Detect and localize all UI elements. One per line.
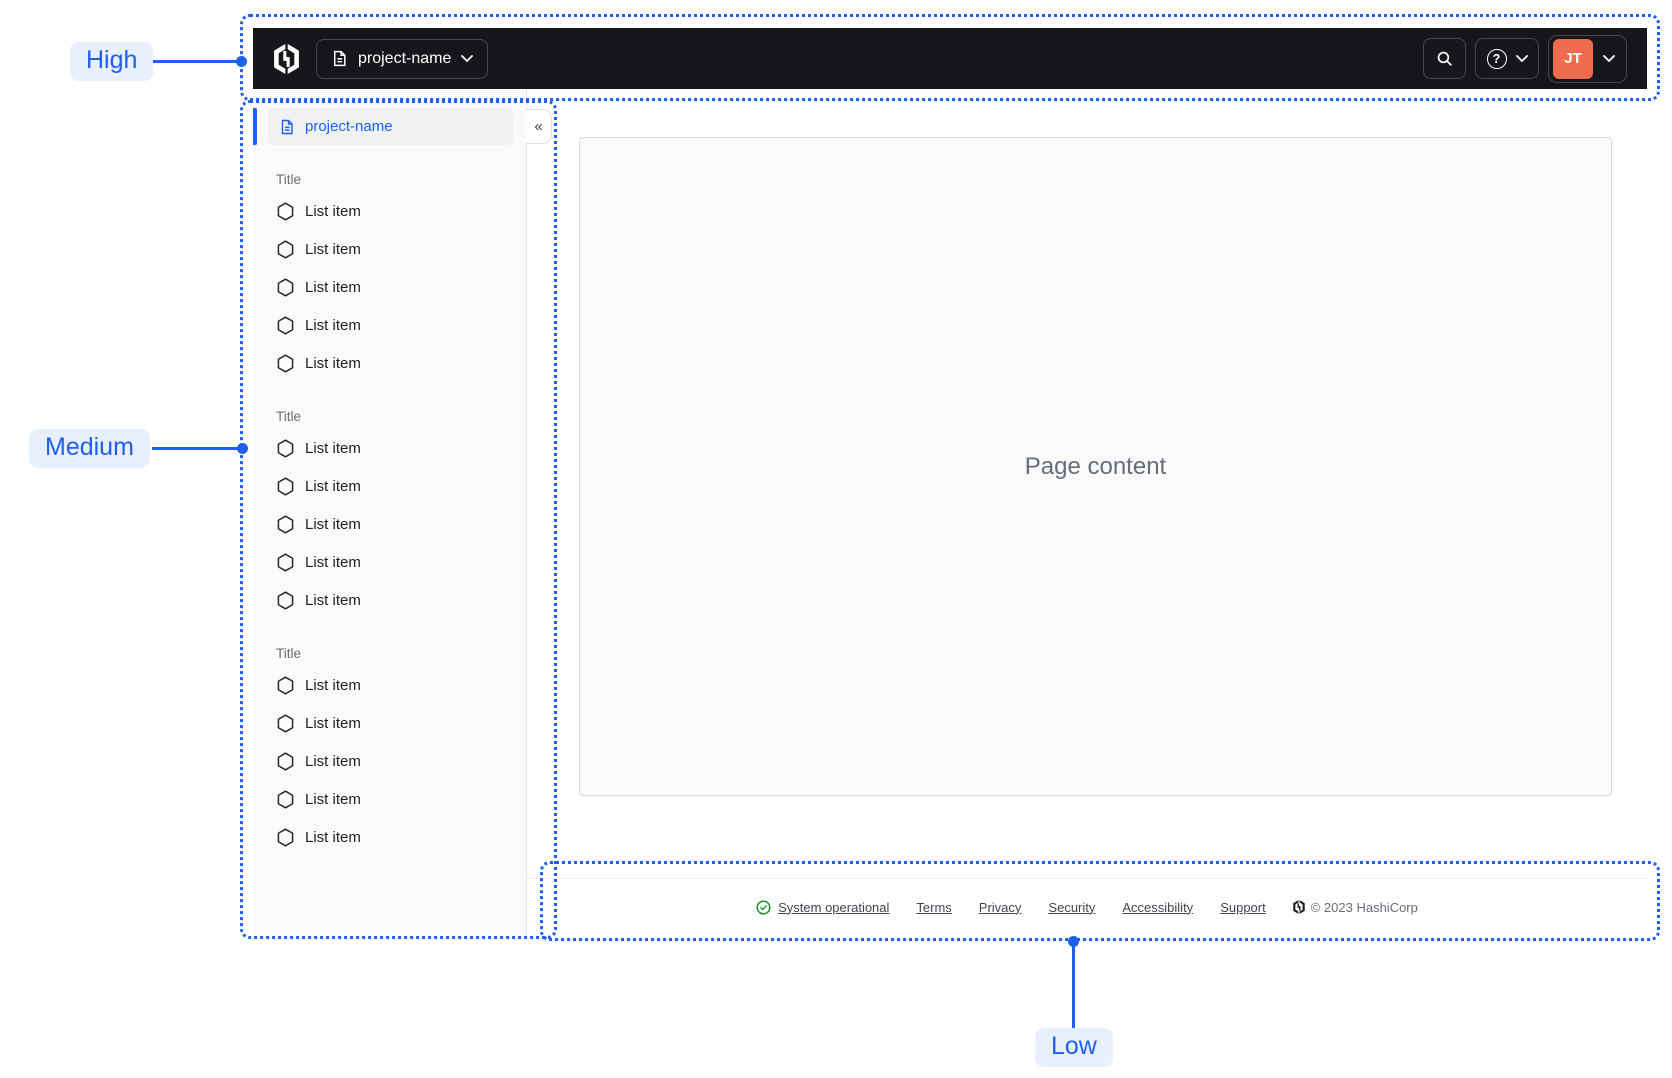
sidebar-list-item[interactable]: List item — [253, 581, 526, 619]
hexagon-icon — [277, 277, 294, 297]
footer: System operational Terms Privacy Securit… — [527, 889, 1647, 925]
sidebar-list-item[interactable]: List item — [253, 230, 526, 268]
hexagon-icon — [277, 590, 294, 610]
hexagon-icon — [277, 552, 294, 572]
hexagon-icon — [277, 239, 294, 259]
sidebar-list-item[interactable]: List item — [253, 742, 526, 780]
chevron-down-icon — [1515, 55, 1528, 62]
list-item-label: List item — [305, 515, 361, 533]
sidebar-section-2: Title List item List item List item List… — [253, 409, 526, 619]
footer-link-security[interactable]: Security — [1048, 900, 1095, 915]
sidebar-list-item[interactable]: List item — [253, 818, 526, 856]
search-icon — [1437, 51, 1452, 66]
list-item-label: List item — [305, 553, 361, 571]
search-button[interactable] — [1423, 38, 1466, 79]
list-item-label: List item — [305, 752, 361, 770]
section-title: Title — [276, 646, 302, 661]
top-navbar: project-name ? JT — [253, 28, 1647, 89]
sidebar: project-name « Title List item List item… — [253, 89, 552, 938]
sidebar-list-item[interactable]: List item — [253, 429, 526, 467]
sidebar-list-item[interactable]: List item — [253, 704, 526, 742]
sidebar-list-item[interactable]: List item — [253, 467, 526, 505]
section-title: Title — [276, 172, 302, 187]
file-text-icon — [331, 50, 348, 67]
copyright-group: © 2023 HashiCorp — [1293, 900, 1418, 915]
list-item-label: List item — [305, 790, 361, 808]
hexagon-icon — [277, 315, 294, 335]
list-item-label: List item — [305, 477, 361, 495]
annotation-connector-medium — [152, 446, 242, 450]
sidebar-project-item[interactable]: project-name — [268, 108, 513, 145]
annotation-label-high: High — [70, 42, 154, 81]
sidebar-list-item[interactable]: List item — [253, 780, 526, 818]
hexagon-icon — [277, 827, 294, 847]
footer-divider — [527, 878, 1647, 879]
footer-link-accessibility[interactable]: Accessibility — [1122, 900, 1193, 915]
list-item-label: List item — [305, 676, 361, 694]
check-circle-icon — [756, 900, 771, 914]
annotation-dot-low — [1067, 935, 1079, 947]
sidebar-list-item[interactable]: List item — [253, 666, 526, 704]
project-selector-label: project-name — [358, 49, 452, 67]
page-content-label: Page content — [1024, 452, 1167, 480]
sidebar-list-item[interactable]: List item — [253, 306, 526, 344]
list-item-label: List item — [305, 439, 361, 457]
sidebar-list-item[interactable]: List item — [253, 344, 526, 382]
list-item-label: List item — [305, 354, 361, 372]
collapse-chevrons-icon: « — [534, 118, 543, 135]
annotation-dot-medium — [237, 442, 248, 454]
hexagon-icon — [277, 514, 294, 534]
status-link[interactable]: System operational — [756, 900, 889, 915]
annotation-dot-high — [236, 55, 247, 67]
hexagon-icon — [277, 476, 294, 496]
sidebar-list-item[interactable]: List item — [253, 192, 526, 230]
hexagon-icon — [277, 438, 294, 458]
sidebar-collapse-button[interactable]: « — [526, 109, 552, 144]
footer-link-terms[interactable]: Terms — [916, 900, 951, 915]
annotation-connector-low — [1071, 941, 1075, 1028]
hexagon-icon — [277, 353, 294, 373]
hexagon-icon — [277, 751, 294, 771]
chevron-down-icon — [461, 55, 474, 62]
sidebar-section-3: Title List item List item List item List… — [253, 646, 526, 856]
status-label: System operational — [778, 899, 890, 915]
avatar: JT — [1553, 38, 1593, 79]
user-menu-button[interactable]: JT — [1548, 34, 1627, 83]
help-menu-button[interactable]: ? — [1475, 38, 1539, 79]
help-icon: ? — [1486, 48, 1507, 69]
sidebar-list-item[interactable]: List item — [253, 268, 526, 306]
hexagon-icon — [277, 201, 294, 221]
navbar-right-group: ? JT — [1423, 34, 1627, 83]
list-item-label: List item — [305, 828, 361, 846]
file-text-icon — [279, 119, 295, 135]
chevron-down-icon — [1603, 55, 1615, 62]
hexagon-icon — [277, 789, 294, 809]
sidebar-project-label: project-name — [305, 118, 393, 135]
list-item-label: List item — [305, 278, 361, 296]
footer-link-support[interactable]: Support — [1220, 900, 1266, 915]
hashicorp-logo — [1293, 900, 1305, 914]
sidebar-list-item[interactable]: List item — [253, 543, 526, 581]
list-item-label: List item — [305, 240, 361, 258]
hashicorp-logo — [273, 43, 300, 74]
page-content-placeholder: Page content — [579, 137, 1612, 796]
annotation-label-low: Low — [1035, 1028, 1113, 1067]
project-selector-button[interactable]: project-name — [316, 38, 489, 79]
hexagon-icon — [277, 713, 294, 733]
list-item-label: List item — [305, 316, 361, 334]
list-item-label: List item — [305, 202, 361, 220]
footer-link-privacy[interactable]: Privacy — [979, 900, 1022, 915]
annotation-connector-high — [150, 59, 241, 63]
copyright-label: © 2023 HashiCorp — [1310, 899, 1418, 915]
active-item-accent-bar — [253, 108, 257, 145]
hexagon-icon — [277, 675, 294, 695]
list-item-label: List item — [305, 591, 361, 609]
sidebar-list-item[interactable]: List item — [253, 505, 526, 543]
annotation-label-medium: Medium — [29, 429, 150, 468]
sidebar-section-1: Title List item List item List item List… — [253, 172, 526, 382]
list-item-label: List item — [305, 714, 361, 732]
section-title: Title — [276, 409, 302, 424]
